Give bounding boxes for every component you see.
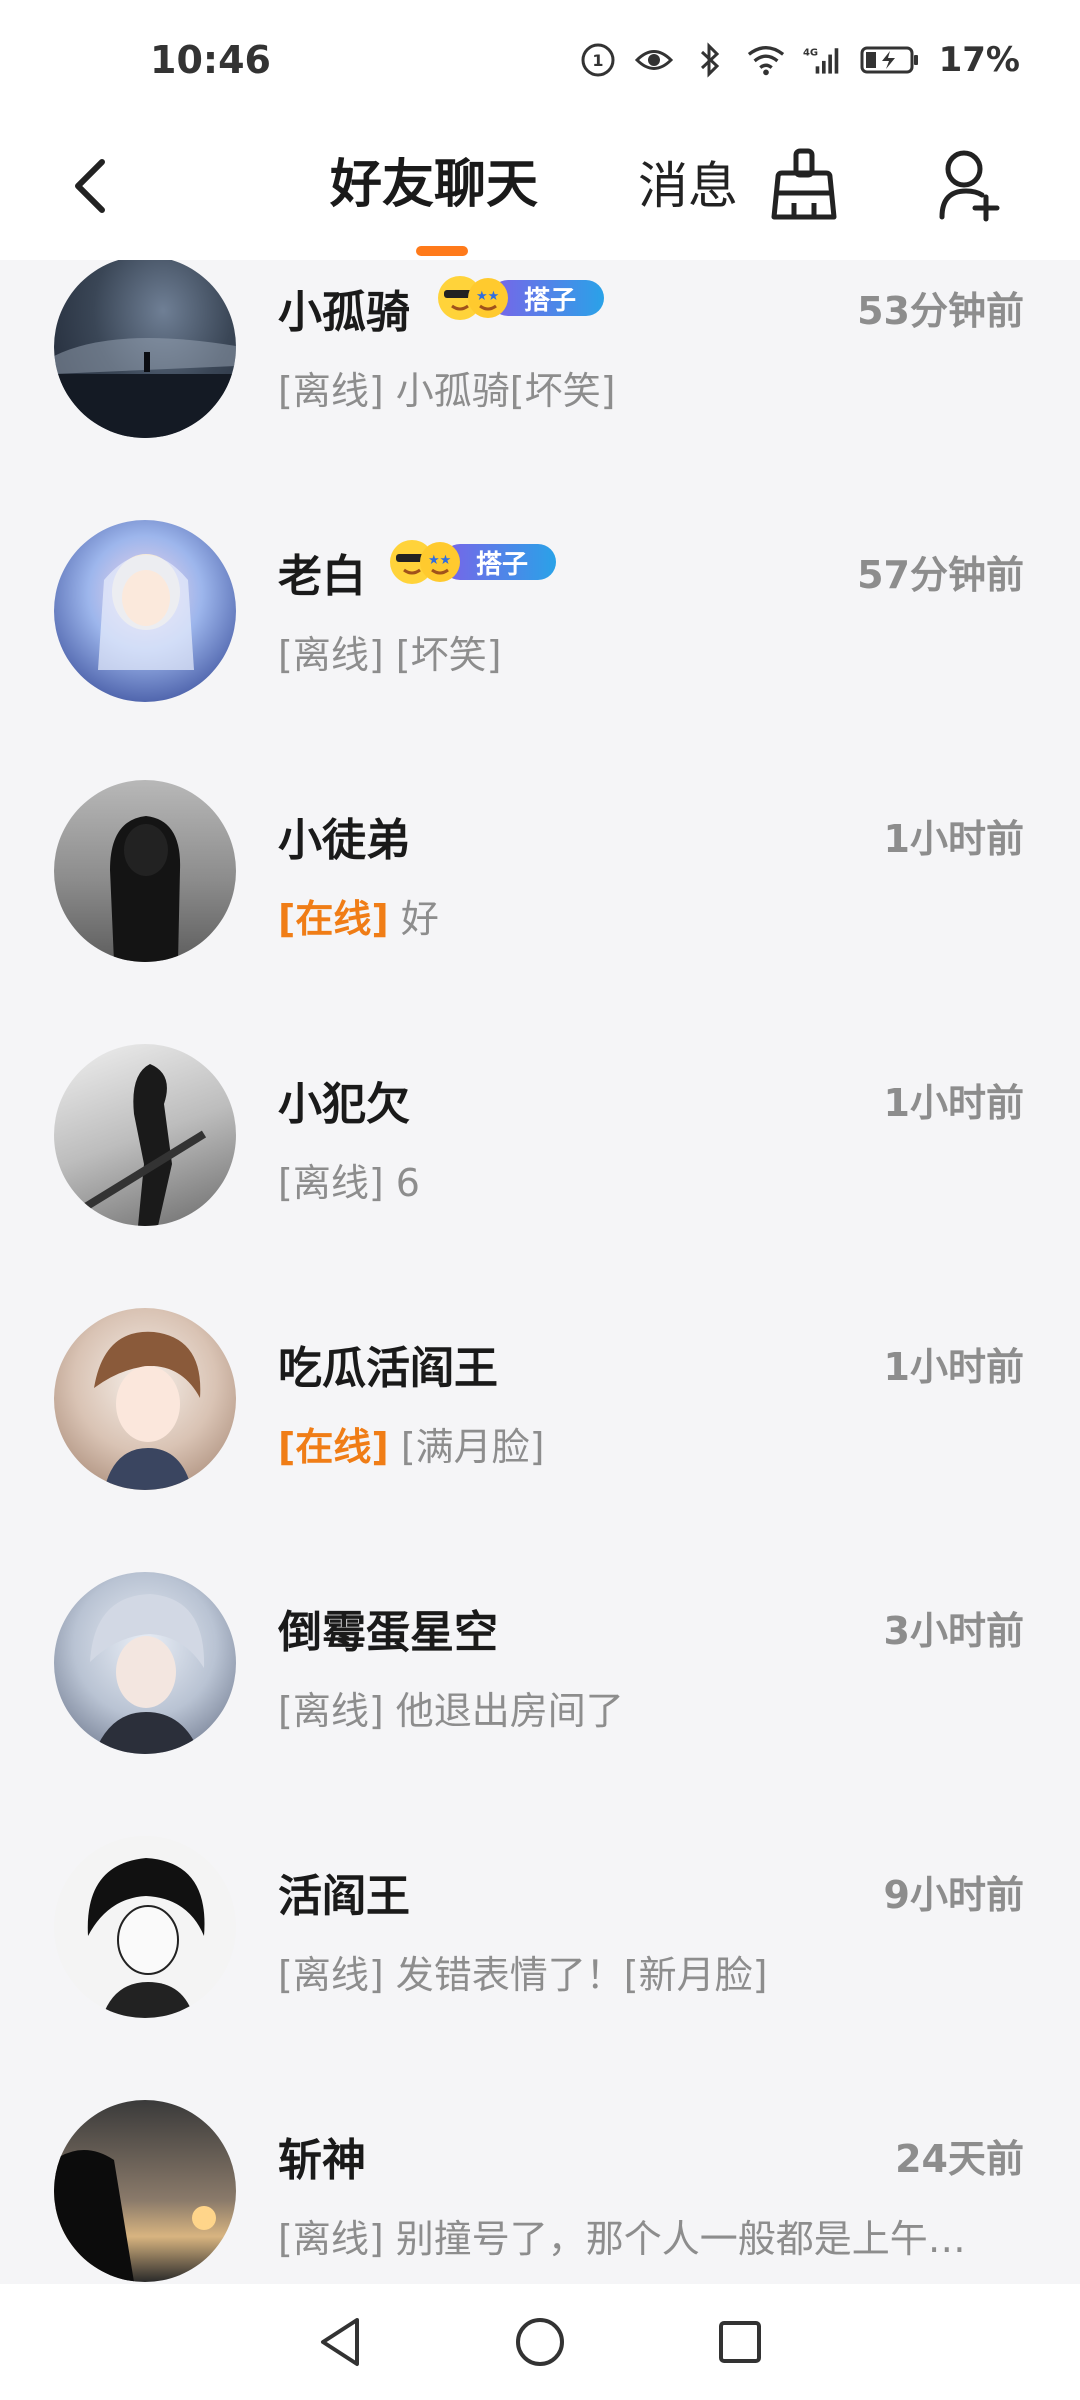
contact-name: 小徒弟 <box>278 815 410 866</box>
contact-name: 小犯欠 <box>278 1079 410 1130</box>
contact-name: 活阎王 <box>278 1871 410 1922</box>
message-text: [坏笑] <box>395 633 502 677</box>
message-text: 他退出房间了 <box>395 1689 624 1733</box>
chat-row-2[interactable]: 老白 ★★ 搭子 57分钟前 [离线] [坏笑] <box>0 516 1080 780</box>
tab-friends-chat[interactable]: 好友聊天 <box>330 142 538 217</box>
nav-back-button[interactable] <box>305 2307 375 2377</box>
chat-time: 1小时前 <box>883 817 1024 861</box>
tab-messages[interactable]: 消息 <box>638 146 738 218</box>
message-text: [满月脸] <box>400 1425 545 1469</box>
contact-name: 倒霉蛋星空 <box>278 1607 498 1658</box>
status-offline: [离线] <box>278 1161 384 1205</box>
chat-preview: [在线] 好 <box>278 888 1038 943</box>
chat-time: 1小时前 <box>883 1081 1024 1125</box>
chat-preview: [离线] 发错表情了！[新月脸] <box>278 1944 1038 1999</box>
chat-row-4[interactable]: 小犯欠 1小时前 [离线] 6 <box>0 1044 1080 1308</box>
wifi-icon <box>747 41 785 79</box>
hd-icon: 1 <box>579 41 617 79</box>
message-text: 发错表情了！[新月脸] <box>395 1953 768 1997</box>
contact-name: 小孤骑 <box>278 287 410 338</box>
anime-boy-avatar[interactable] <box>54 1308 236 1490</box>
add-user-icon <box>939 150 1000 222</box>
silver-hair-avatar[interactable] <box>54 1572 236 1754</box>
back-arrow-icon <box>75 159 105 213</box>
battery-charging-icon <box>859 41 921 79</box>
add-friend-button[interactable] <box>930 140 1014 230</box>
chat-time: 9小时前 <box>883 1873 1024 1917</box>
chat-row-1[interactable]: 小孤骑 ★★ 搭子 53分钟前 [离线] 小孤骑[坏笑] <box>0 260 1080 520</box>
partner-badge: ★★ 搭子 <box>438 276 605 320</box>
battery-percentage: 17% <box>938 40 1020 80</box>
chat-preview: [离线] [坏笑] <box>278 624 1038 679</box>
active-tab-indicator <box>416 246 468 256</box>
status-time: 10:46 <box>150 38 271 82</box>
hooded-figure-avatar[interactable] <box>54 780 236 962</box>
eye-icon <box>634 41 673 79</box>
contact-name: 吃瓜活阎王 <box>278 1343 498 1394</box>
manga-boy-avatar[interactable] <box>54 1836 236 2018</box>
chat-row-8[interactable]: 斩神 24天前 [离线] 别撞号了，那个人一般都是上午… <box>0 2100 1080 2284</box>
nav-recents-button[interactable] <box>705 2307 775 2377</box>
svg-text:★★: ★★ <box>476 289 499 304</box>
chat-time: 53分钟前 <box>857 289 1024 333</box>
chat-time: 24天前 <box>895 2137 1024 2181</box>
message-text: 别撞号了，那个人一般都是上午… <box>395 2217 966 2261</box>
chat-row-7[interactable]: 活阎王 9小时前 [离线] 发错表情了！[新月脸] <box>0 1836 1080 2100</box>
status-offline: [离线] <box>278 1953 384 1997</box>
square-recents-icon <box>719 2321 761 2363</box>
nav-home-button[interactable] <box>505 2307 575 2377</box>
night-sky-avatar[interactable] <box>54 260 236 438</box>
chat-row-5[interactable]: 吃瓜活阎王 1小时前 [在线] [满月脸] <box>0 1308 1080 1572</box>
svg-text:4G: 4G <box>803 47 818 58</box>
contact-name: 老白 <box>278 551 366 602</box>
chat-preview: [在线] [满月脸] <box>278 1416 1038 1471</box>
clear-unread-button[interactable] <box>762 140 846 230</box>
system-navigation-bar <box>0 2284 1080 2400</box>
message-text: 小孤骑[坏笑] <box>395 369 616 413</box>
status-offline: [离线] <box>278 369 384 413</box>
chat-time: 1小时前 <box>883 1345 1024 1389</box>
chat-preview: [离线] 6 <box>278 1152 1038 1207</box>
chat-time: 57分钟前 <box>857 553 1024 597</box>
signal-4g-icon: 4G <box>803 41 841 79</box>
chat-row-3[interactable]: 小徒弟 1小时前 [在线] 好 <box>0 780 1080 1044</box>
star-eyes-emoji-icon: ★★ <box>420 542 460 582</box>
message-text: 好 <box>400 897 439 941</box>
chat-preview: [离线] 别撞号了，那个人一般都是上午… <box>278 2208 1038 2263</box>
partner-badge: ★★ 搭子 <box>390 540 557 584</box>
triangle-back-icon <box>321 2318 359 2366</box>
anime-girl-avatar[interactable] <box>54 520 236 702</box>
status-offline: [离线] <box>278 1689 384 1733</box>
back-button[interactable] <box>50 146 130 226</box>
bluetooth-icon <box>691 41 729 79</box>
status-offline: [离线] <box>278 633 384 677</box>
chat-row-6[interactable]: 倒霉蛋星空 3小时前 [离线] 他退出房间了 <box>0 1572 1080 1836</box>
svg-text:★★: ★★ <box>428 553 451 568</box>
app-header: 好友聊天 消息 <box>0 120 1080 260</box>
chat-preview: [离线] 小孤骑[坏笑] <box>278 360 1038 415</box>
star-eyes-emoji-icon: ★★ <box>468 278 508 318</box>
status-offline: [离线] <box>278 2217 384 2261</box>
contact-name: 斩神 <box>278 2135 366 2186</box>
chat-preview: [离线] 他退出房间了 <box>278 1680 1038 1735</box>
friend-chat-list[interactable]: 小孤骑 ★★ 搭子 53分钟前 [离线] 小孤骑[坏笑] 老白 ★★ 搭子 57… <box>0 260 1080 2284</box>
swordsman-avatar[interactable] <box>54 1044 236 1226</box>
status-bar: 10:46 1 4G 17% <box>0 0 1080 120</box>
chat-time: 3小时前 <box>883 1609 1024 1653</box>
status-online: [在线] <box>278 897 389 941</box>
sunset-silhouette-avatar[interactable] <box>54 2100 236 2282</box>
circle-home-icon <box>516 2318 564 2366</box>
status-online: [在线] <box>278 1425 389 1469</box>
svg-text:1: 1 <box>592 51 603 70</box>
message-text: 6 <box>395 1161 420 1205</box>
broom-icon <box>771 148 837 220</box>
status-icons: 1 4G 17% <box>579 40 1020 80</box>
